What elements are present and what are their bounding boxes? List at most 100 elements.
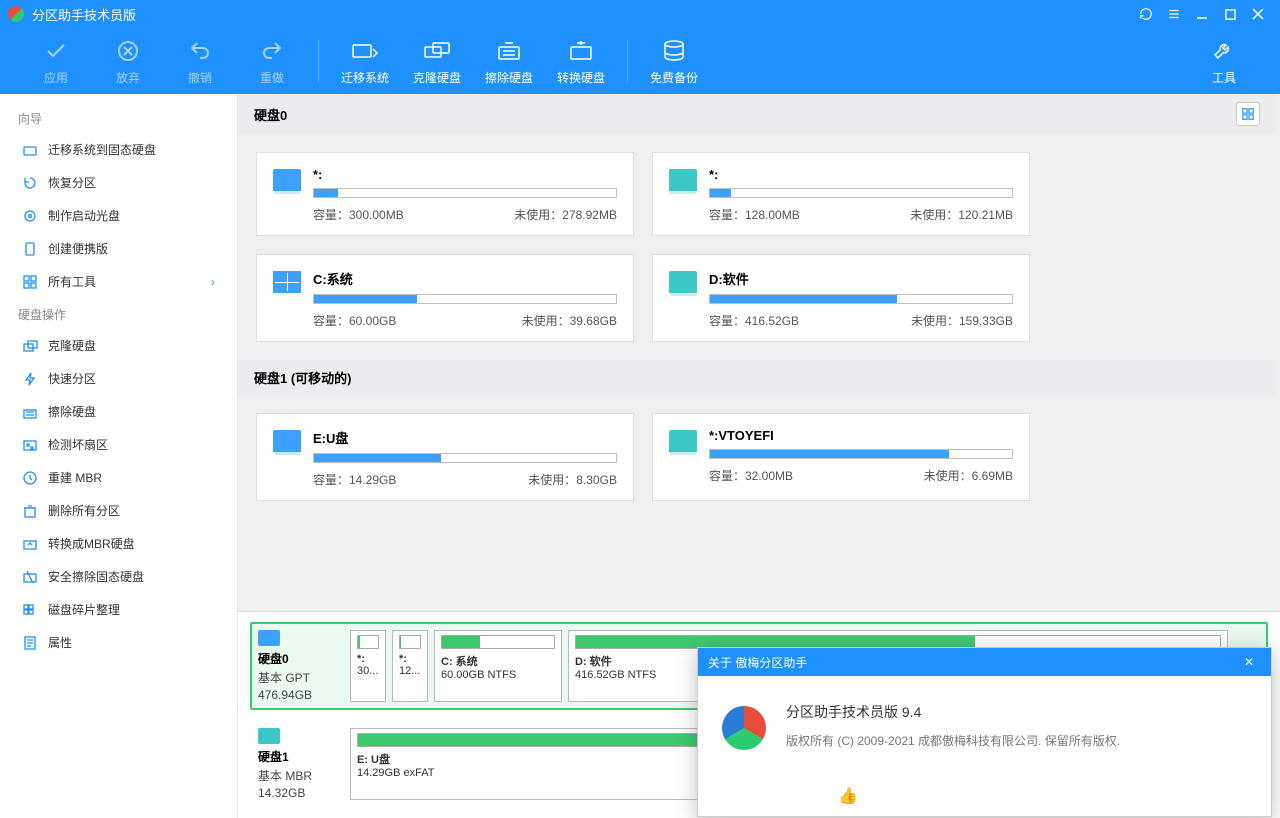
partition-card[interactable]: *: 容量：300.00MB 未使用：278.92MB [256, 152, 634, 236]
usage-bar [709, 449, 1013, 459]
sidebar-item[interactable]: 快速分区 [0, 362, 237, 395]
partition-block[interactable]: *:30... [350, 630, 386, 702]
about-dialog: 关于 傲梅分区助手 ✕ 分区助手技术员版 9.4 版权所有 (C) 2009-2… [697, 647, 1272, 817]
sidebar-item-label: 检测坏扇区 [48, 436, 108, 453]
sidebar-item-label: 磁盘碎片整理 [48, 601, 120, 618]
disk-header-label: 硬盘1 (可移动的) [254, 368, 352, 387]
wipe-button[interactable]: 擦除硬盘 [473, 37, 545, 86]
quick-icon [22, 371, 38, 387]
minimize-icon[interactable] [1188, 0, 1216, 28]
sidebar-cat-wizard: 向导 [0, 102, 237, 133]
sidebar-item[interactable]: 安全擦除固态硬盘 [0, 560, 237, 593]
app-title: 分区助手技术员版 [32, 5, 136, 24]
partition-name: C:系统 [313, 269, 617, 288]
partition-card[interactable]: E:U盘容量：14.29GB 未使用：8.30GB [256, 413, 634, 501]
sidebar-item[interactable]: 迁移系统到固态硬盘 [0, 133, 237, 166]
view-toggle-icon[interactable] [1236, 102, 1260, 126]
capacity-label: 容量：416.52GB [709, 312, 799, 329]
undo-button[interactable]: 撤销 [164, 37, 236, 86]
sidebar-item[interactable]: 恢复分区 [0, 166, 237, 199]
sidebar-item[interactable]: 重建 MBR [0, 461, 237, 494]
capacity-label: 容量：14.29GB [313, 471, 396, 488]
badsector-icon [22, 437, 38, 453]
sidebar-item[interactable]: 克隆硬盘 [0, 329, 237, 362]
migrate-button[interactable]: 迁移系统 [329, 37, 401, 86]
ssdwipe-icon [22, 569, 38, 585]
sidebar-item-label: 重建 MBR [48, 469, 102, 486]
partition-name: *: [313, 167, 617, 182]
defrag-icon [22, 602, 38, 618]
recover-icon [22, 175, 38, 191]
disk-strip-info: 硬盘1基本 MBR14.32GB [258, 728, 344, 800]
disk-strip-info: 硬盘0基本 GPT476.94GB [258, 630, 344, 702]
about-close-icon[interactable]: ✕ [1237, 655, 1261, 669]
sidebar-item[interactable]: 擦除硬盘 [0, 395, 237, 428]
ssd-icon [22, 142, 38, 158]
disk-header-label: 硬盘0 [254, 105, 287, 124]
capacity-label: 容量：128.00MB [709, 206, 800, 223]
about-product-name: 分区助手技术员版 9.4 [786, 702, 1120, 722]
partition-name: *:VTOYEFI [709, 428, 1013, 443]
sidebar-item[interactable]: 删除所有分区 [0, 494, 237, 527]
capacity-label: 容量：60.00GB [313, 312, 396, 329]
sidebar-item[interactable]: 转换成MBR硬盘 [0, 527, 237, 560]
maximize-icon[interactable] [1216, 0, 1244, 28]
clone-icon [22, 338, 38, 354]
drive-icon [669, 169, 697, 191]
redo-button[interactable]: 重做 [236, 37, 308, 86]
usage-bar [313, 453, 617, 463]
disk-icon [258, 728, 280, 744]
partition-name: *: [709, 167, 1013, 182]
free-label: 未使用：278.92MB [514, 206, 617, 223]
disk-icon [258, 630, 280, 646]
partition-card[interactable]: *:容量：128.00MB未使用：120.21MB [652, 152, 1030, 236]
partition-block[interactable]: C: 系统60.00GB NTFS [434, 630, 562, 702]
about-dialog-title: 关于 傲梅分区助手 [708, 654, 807, 671]
tools-button[interactable]: 工具 [1188, 37, 1260, 86]
discard-button[interactable]: 放弃 [92, 37, 164, 86]
menu-icon[interactable] [1160, 0, 1188, 28]
partition-card[interactable]: C:系统容量：60.00GB 未使用：39.68GB [256, 254, 634, 342]
sidebar-item-label: 擦除硬盘 [48, 403, 96, 420]
sidebar: 向导 迁移系统到固态硬盘恢复分区制作启动光盘创建便携版所有工具 › 硬盘操作 克隆… [0, 94, 238, 818]
capacity-label: 容量：300.00MB [313, 206, 404, 223]
sidebar-item[interactable]: 属性 [0, 626, 237, 659]
sidebar-item-label: 所有工具 [48, 273, 96, 290]
sidebar-item[interactable]: 检测坏扇区 [0, 428, 237, 461]
clone-button[interactable]: 克隆硬盘 [401, 37, 473, 86]
disk-header: 硬盘1 (可移动的) [238, 360, 1276, 395]
prop-icon [22, 635, 38, 651]
all-icon [22, 274, 38, 290]
sidebar-item[interactable]: 创建便携版 [0, 232, 237, 265]
toolbar: 应用 放弃 撤销 重做 迁移系统 克隆硬盘 擦除硬盘 转换硬盘 免费备份 工具 [0, 28, 1280, 94]
sidebar-item-label: 恢复分区 [48, 174, 96, 191]
sidebar-item-label: 克隆硬盘 [48, 337, 96, 354]
titlebar: 分区助手技术员版 [0, 0, 1280, 28]
partition-card[interactable]: D:软件容量：416.52GB 未使用：159.33GB [652, 254, 1030, 342]
refresh-icon[interactable] [1132, 0, 1160, 28]
capacity-label: 容量：32.00MB [709, 467, 793, 484]
sidebar-cat-diskops: 硬盘操作 [0, 298, 237, 329]
usage-bar [709, 294, 1013, 304]
thumbs-up-icon[interactable]: 👍 [838, 786, 858, 806]
usage-bar [313, 188, 617, 198]
sidebar-item[interactable]: 所有工具 › [0, 265, 237, 298]
sidebar-item[interactable]: 磁盘碎片整理 [0, 593, 237, 626]
drive-icon [273, 430, 301, 452]
sidebar-item-label: 快速分区 [48, 370, 96, 387]
free-label: 未使用：39.68GB [522, 312, 617, 329]
partition-name: D:软件 [709, 269, 1013, 288]
sidebar-item[interactable]: 制作启动光盘 [0, 199, 237, 232]
chevron-right-icon: › [211, 275, 215, 289]
convert-button[interactable]: 转换硬盘 [545, 37, 617, 86]
free-label: 未使用：8.30GB [528, 471, 617, 488]
sidebar-item-label: 创建便携版 [48, 240, 108, 257]
partition-card[interactable]: *:VTOYEFI容量：32.00MB未使用：6.69MB [652, 413, 1030, 501]
backup-button[interactable]: 免费备份 [638, 37, 710, 86]
drive-icon [273, 169, 301, 191]
partition-name: E:U盘 [313, 428, 617, 447]
free-label: 未使用：159.33GB [911, 312, 1013, 329]
apply-button[interactable]: 应用 [20, 37, 92, 86]
partition-block[interactable]: *:12... [392, 630, 428, 702]
close-icon[interactable] [1244, 0, 1272, 28]
